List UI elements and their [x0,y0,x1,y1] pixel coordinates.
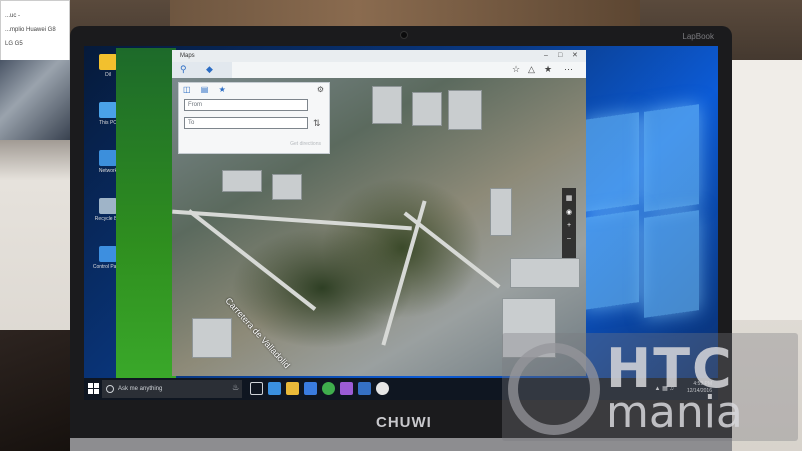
model-label: LapBook [682,32,714,41]
maps-taskbar-icon[interactable] [376,382,389,395]
card-line-2: ...mplio Huawei G8 [5,27,56,33]
ink-icon[interactable]: △ [528,64,535,75]
computer-icon [99,102,117,118]
traffic-icon[interactable]: ☆ [512,64,520,75]
windows-logo-wallpaper [584,104,704,318]
directions-panel: ◫ ▤ ★ ⚙ From To ⇅ Get directions [178,82,330,154]
maps-title-bar[interactable]: Maps – □ ✕ [172,50,586,62]
store-icon[interactable] [304,382,317,395]
card-line-1: ...uc - [5,13,21,19]
microphone-icon[interactable]: ♨ [232,383,239,392]
poster-photo [0,60,70,140]
window-title: Maps [180,53,195,59]
star-icon[interactable]: ★ [544,64,552,75]
building [272,174,302,200]
close-icon[interactable]: ✕ [572,50,578,62]
to-field[interactable]: To [184,117,308,129]
get-directions-button[interactable]: Get directions [290,141,321,147]
street-label: Carretera de Valladolid [223,295,292,371]
control-panel-icon [99,246,117,262]
directions-icon[interactable]: ◆ [206,64,213,75]
transport-tabs: ◫ ▤ ★ [183,85,234,94]
minimize-icon[interactable]: – [544,50,548,62]
webcam-icon [400,31,408,39]
building [372,86,402,124]
building [448,90,482,130]
gear-icon[interactable]: ⚙ [317,85,324,94]
zoom-in-icon[interactable]: + [562,222,576,229]
building [192,318,232,358]
transit-icon[interactable]: ▤ [201,85,209,94]
cortana-icon [106,385,114,393]
folder-icon [99,54,117,70]
map-zoom-controls: ▦ ◉ + – [562,188,576,258]
more-icon[interactable]: ⋯ [564,64,573,75]
task-view-icon[interactable] [250,382,263,395]
building [412,92,442,126]
htcmania-watermark: HTC mania [502,333,798,441]
cortana-search-box[interactable]: Ask me anything [102,380,242,398]
search-icon[interactable]: ⚲ [180,64,187,75]
edge-icon[interactable] [268,382,281,395]
search-placeholder: Ask me anything [118,386,163,392]
network-icon [99,150,117,166]
green-app-window [116,48,176,378]
steering-wheel-logo-icon [508,343,600,435]
location-icon[interactable]: ◉ [562,208,576,216]
xbox-icon[interactable] [322,382,335,395]
layers-icon[interactable]: ▦ [562,194,576,202]
wooden-shelf [170,0,640,28]
swap-icon[interactable]: ⇅ [313,118,321,129]
road [187,209,317,311]
zoom-out-icon[interactable]: – [562,235,576,242]
watermark-mania: mania [606,387,743,438]
app-icon[interactable] [358,382,371,395]
maps-toolbar: ⚲ ◆ ☆ △ ★ ⋯ [172,62,586,78]
car-icon[interactable]: ◫ [183,85,191,94]
building [222,170,262,192]
start-button[interactable] [88,383,99,394]
app-icon[interactable] [340,382,353,395]
file-explorer-icon[interactable] [286,382,299,395]
building [490,188,512,236]
paper-sheet [730,60,802,320]
maximize-icon[interactable]: □ [558,50,562,62]
recycle-bin-icon [99,198,117,214]
maps-window: Maps – □ ✕ ⚲ ◆ ☆ △ ★ ⋯ Carretera de Vall… [172,50,586,376]
walk-icon[interactable]: ★ [219,85,226,94]
brand-logo: CHUWI [376,414,432,431]
from-field[interactable]: From [184,99,308,111]
card-line-3: LG G5 [5,41,23,47]
building [510,258,580,288]
road [381,200,427,346]
